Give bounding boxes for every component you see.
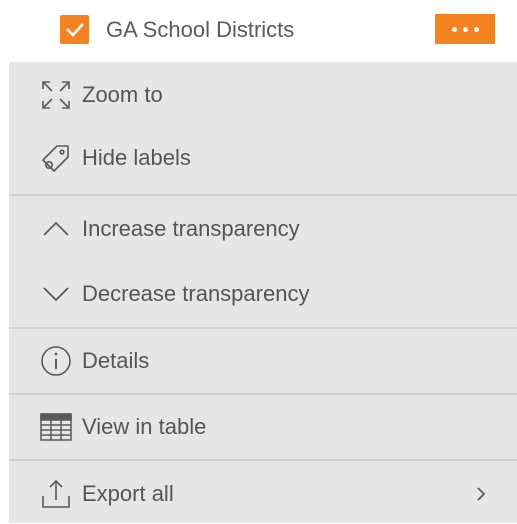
checkmark-icon <box>65 22 84 37</box>
menu-item-label: View in table <box>82 414 207 439</box>
tag-icon <box>39 141 73 175</box>
menu-divider <box>9 393 517 395</box>
menu-item-decrease-transparency[interactable]: Decrease transparency <box>9 264 517 324</box>
chevron-right-icon <box>471 484 491 504</box>
menu-item-details[interactable]: Details <box>9 331 517 391</box>
export-icon <box>39 477 73 511</box>
menu-item-increase-transparency[interactable]: Increase transparency <box>9 199 517 259</box>
info-icon <box>39 344 73 378</box>
ellipsis-dot-icon <box>473 26 479 32</box>
ellipsis-dot-icon <box>451 26 457 32</box>
menu-divider <box>9 327 517 329</box>
menu-item-label: Increase transparency <box>82 216 300 241</box>
menu-item-export-all[interactable]: Export all <box>9 464 517 524</box>
menu-item-hide-labels[interactable]: Hide labels <box>9 128 517 188</box>
menu-item-label: Export all <box>82 481 174 506</box>
zoom-to-icon <box>39 78 73 112</box>
layer-visibility-checkbox[interactable] <box>60 15 89 44</box>
ellipsis-dot-icon <box>462 26 468 32</box>
menu-item-label: Zoom to <box>82 82 163 107</box>
layer-title: GA School Districts <box>106 17 295 42</box>
chevron-down-icon <box>39 277 73 311</box>
layer-row: GA School Districts <box>0 0 517 62</box>
menu-item-label: Decrease transparency <box>82 281 310 306</box>
menu-item-label: Hide labels <box>82 145 191 170</box>
menu-divider <box>9 459 517 461</box>
menu-item-zoom-to[interactable]: Zoom to <box>9 65 517 125</box>
more-options-button[interactable] <box>435 14 495 44</box>
chevron-up-icon <box>39 212 73 246</box>
layer-actions-menu: Zoom to Hide labels Increase transparenc… <box>9 62 517 523</box>
menu-divider <box>9 194 517 196</box>
menu-item-view-in-table[interactable]: View in table <box>9 397 517 457</box>
menu-item-label: Details <box>82 348 150 373</box>
table-icon <box>39 410 73 444</box>
